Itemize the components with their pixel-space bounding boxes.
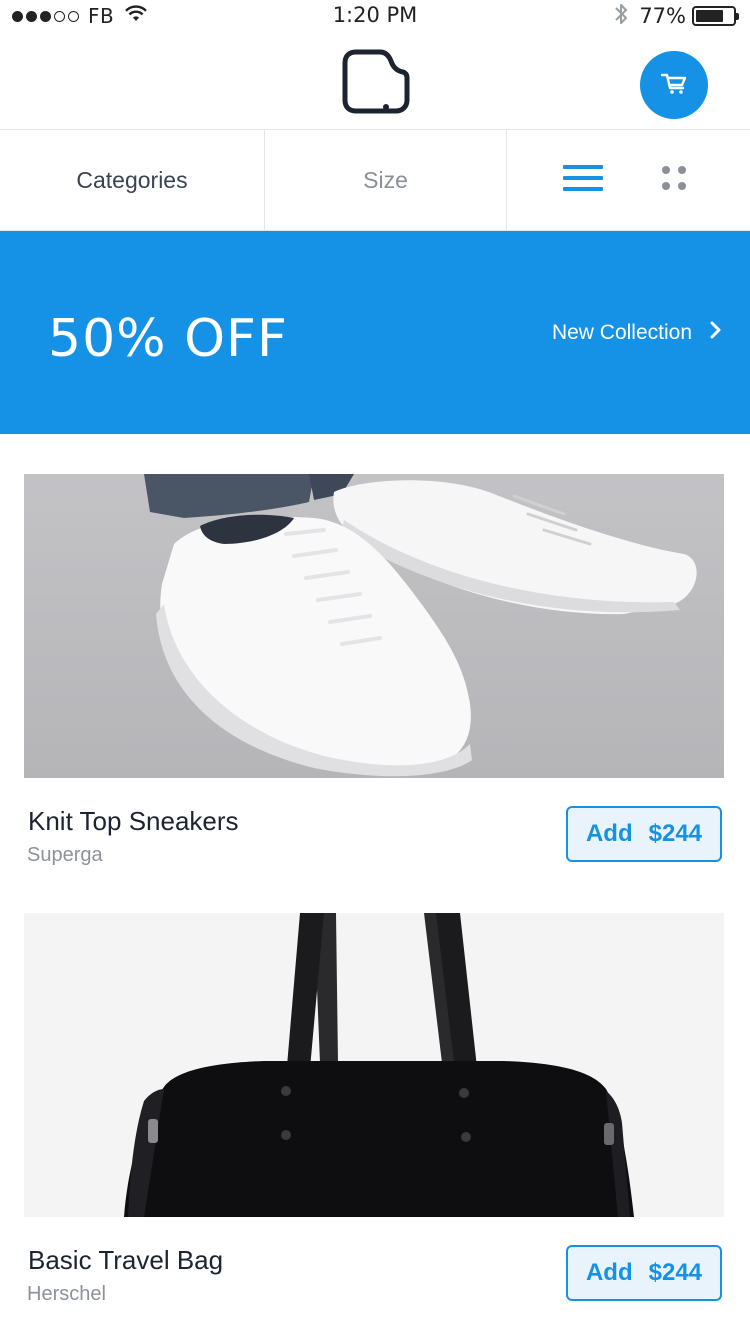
product-card[interactable]: Basic Travel Bag Herschel Add $244: [24, 913, 724, 1317]
carrier-name: FB: [88, 4, 115, 28]
add-label: Add: [585, 820, 633, 847]
grid-view-icon: [661, 165, 687, 195]
status-left: FB: [12, 4, 148, 28]
product-card[interactable]: Knit Top Sneakers Superga Add $244: [24, 474, 724, 878]
battery-percent: 77%: [639, 4, 686, 28]
product-info: Basic Travel Bag Herschel Add $244: [24, 1217, 724, 1317]
promo-link-label: New Collection: [551, 321, 692, 344]
list-view-icon: [562, 165, 603, 195]
promo-banner[interactable]: 50% OFF New Collection: [0, 231, 750, 434]
grid-view-button[interactable]: [650, 160, 698, 200]
cart-button[interactable]: [640, 51, 708, 119]
product-price: $244: [648, 820, 703, 847]
add-to-cart-button[interactable]: Add $244: [566, 1245, 722, 1301]
promo-title: 50% OFF: [48, 309, 288, 369]
status-bar: FB 1:20 PM 77%: [0, 0, 750, 32]
product-image-travel-bag[interactable]: [24, 913, 724, 1217]
battery-icon: [692, 6, 739, 26]
product-info: Knit Top Sneakers Superga Add $244: [24, 778, 724, 878]
status-right: 77%: [613, 1, 739, 31]
categories-filter[interactable]: Categories: [0, 130, 265, 230]
product-image-sneakers[interactable]: [24, 474, 724, 778]
wifi-icon: [124, 5, 148, 27]
product-brand: Herschel: [27, 1283, 106, 1305]
product-name[interactable]: Basic Travel Bag: [28, 1245, 223, 1276]
bluetooth-icon: [613, 1, 629, 31]
filter-bar: Categories Size: [0, 130, 750, 231]
app-logo-icon[interactable]: [342, 49, 410, 119]
battery-fill: [696, 10, 723, 22]
signal-strength-icon: [12, 10, 82, 22]
add-to-cart-button[interactable]: Add $244: [566, 806, 722, 862]
size-filter[interactable]: Size: [265, 130, 507, 230]
chevron-right-icon: [710, 321, 722, 345]
nav-bar: [0, 32, 750, 130]
new-collection-link[interactable]: New Collection: [552, 321, 722, 345]
cart-icon: [659, 70, 689, 100]
product-brand: Superga: [27, 844, 103, 866]
product-name[interactable]: Knit Top Sneakers: [28, 806, 239, 837]
list-view-button[interactable]: [559, 160, 607, 200]
view-toggles: [507, 130, 750, 230]
add-label: Add: [585, 1259, 633, 1286]
product-price: $244: [648, 1259, 703, 1286]
